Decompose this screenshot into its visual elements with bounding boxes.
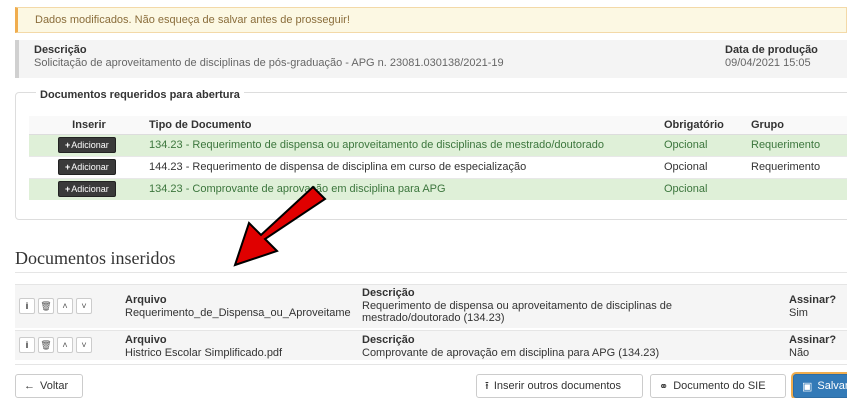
divider: [15, 364, 847, 365]
header-group: Grupo: [751, 116, 847, 135]
trash-icon[interactable]: 🗑︎: [38, 298, 54, 314]
mandatory-cell: Opcional: [664, 177, 751, 200]
file-name: Requerimento_de_Dispensa_ou_Aproveitame: [125, 307, 351, 319]
group-cell: Requerimento: [751, 155, 847, 178]
floppy-disk-icon: ▣: [802, 380, 813, 393]
header-mandatory: Obrigatório: [664, 116, 751, 135]
required-docs-legend: Documentos requeridos para abertura: [36, 89, 244, 101]
process-description-panel: Descrição Solicitação de aproveitamento …: [15, 40, 847, 78]
move-up-icon[interactable]: ˄: [57, 337, 73, 353]
doc-type-cell: 134.23 - Requerimento de dispensa ou apr…: [149, 133, 664, 156]
production-date-label: Data de produção: [725, 44, 818, 56]
mandatory-cell: Opcional: [664, 155, 751, 178]
header-insert: Inserir: [29, 116, 149, 135]
sign-value: Não: [789, 347, 810, 359]
divider: [15, 272, 847, 273]
group-cell: Requerimento: [751, 133, 847, 156]
plus-icon: +: [65, 184, 71, 195]
unsaved-changes-alert: Dados modificados. Não esqueça de salvar…: [15, 7, 847, 33]
alert-text: Dados modificados. Não esqueça de salvar…: [35, 14, 350, 26]
sign-value: Sim: [789, 307, 808, 319]
info-icon[interactable]: i: [19, 298, 35, 314]
inserted-docs-title: Documentos inseridos: [15, 248, 176, 268]
back-button[interactable]: ← Voltar: [15, 374, 83, 398]
doc-type-cell: 144.23 - Requerimento de dispensa de dis…: [149, 155, 664, 178]
link-icon: ⚭: [659, 380, 669, 393]
add-document-button[interactable]: +Adicionar: [58, 159, 116, 175]
doc-description: Comprovante de aprovação em disciplina p…: [362, 347, 660, 359]
table-row: +Adicionar 134.23 - Requerimento de disp…: [29, 133, 847, 156]
description-label: Descrição: [362, 334, 415, 346]
mandatory-cell: Opcional: [664, 133, 751, 156]
insert-other-documents-button[interactable]: ⭱ Inserir outros documentos: [476, 374, 643, 398]
arrow-left-icon: ←: [24, 380, 35, 392]
list-item: i 🗑︎ ˄ ˅ Arquivo Histrico Escolar Simpli…: [15, 330, 847, 360]
file-name: Histrico Escolar Simplificado.pdf: [125, 347, 283, 359]
list-item: i 🗑︎ ˄ ˅ Arquivo Requerimento_de_Dispens…: [15, 284, 847, 328]
description-label: Descrição: [362, 287, 415, 299]
table-header-row: Inserir Tipo de Documento Obrigatório Gr…: [29, 116, 847, 135]
trash-icon[interactable]: 🗑︎: [38, 337, 54, 353]
sie-document-button[interactable]: ⚭ Documento do SIE: [650, 374, 786, 398]
add-document-button[interactable]: +Adicionar: [58, 137, 116, 153]
file-label: Arquivo: [125, 294, 167, 306]
plus-icon: +: [65, 140, 71, 150]
production-date-value: 09/04/2021 15:05: [725, 57, 811, 69]
table-row: +Adicionar 134.23 - Comprovante de aprov…: [29, 177, 847, 200]
plus-icon: +: [65, 162, 71, 172]
group-cell: [751, 177, 847, 200]
add-document-button[interactable]: +Adicionar: [58, 181, 116, 198]
info-icon[interactable]: i: [19, 337, 35, 353]
annotation-arrow-icon: [233, 185, 327, 267]
sign-label: Assinar?: [789, 334, 837, 346]
doc-description: Requerimento de dispensa ou aproveitamen…: [362, 300, 673, 324]
sign-label: Assinar?: [789, 294, 837, 306]
required-docs-table: Inserir Tipo de Documento Obrigatório Gr…: [29, 116, 847, 200]
move-up-icon[interactable]: ˄: [57, 298, 73, 314]
file-label: Arquivo: [125, 334, 167, 346]
table-row: +Adicionar 144.23 - Requerimento de disp…: [29, 155, 847, 178]
upload-icon: ⭱: [485, 379, 489, 392]
move-down-icon[interactable]: ˅: [76, 298, 92, 314]
move-down-icon[interactable]: ˅: [76, 337, 92, 353]
header-doc-type: Tipo de Documento: [149, 116, 664, 135]
save-button[interactable]: ▣ Salvar: [793, 374, 847, 398]
